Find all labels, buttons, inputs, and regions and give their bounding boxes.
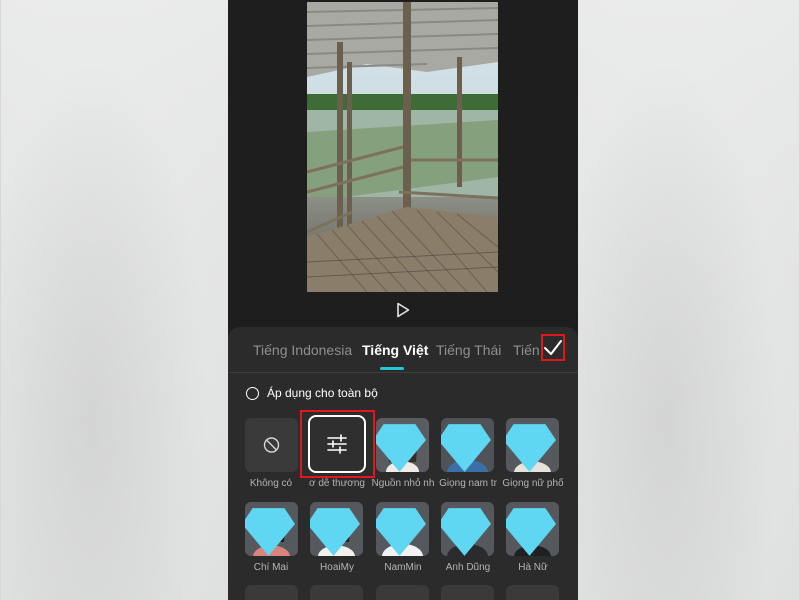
blurred-backdrop-right (578, 0, 799, 600)
voice-row3-item[interactable] (310, 585, 363, 600)
voice-row3-item[interactable] (441, 585, 494, 600)
voice-label: Chí Mai (253, 562, 289, 573)
voice-none[interactable] (245, 418, 298, 472)
phone-screen: Tiếng Indonesia Tiếng Việt Tiếng Thái Ti… (228, 0, 578, 600)
voice-label: Anh Dũng (445, 562, 491, 573)
voice-anh-dung[interactable] (441, 502, 494, 556)
voice-row3-item[interactable] (245, 585, 298, 600)
voice-label: Không có (249, 478, 293, 489)
voice-row3-item[interactable] (506, 585, 559, 600)
voice-ha-nu[interactable] (506, 502, 559, 556)
play-button[interactable] (394, 301, 412, 319)
voice-chi-mai[interactable] (245, 502, 298, 556)
premium-icon (376, 508, 426, 556)
voice-nguon-nho[interactable] (376, 418, 429, 472)
confirm-button[interactable] (541, 334, 565, 361)
premium-icon (376, 424, 426, 472)
premium-icon (441, 424, 491, 472)
voice-giong-nu[interactable] (506, 418, 559, 472)
premium-icon (441, 508, 491, 556)
premium-icon (245, 508, 295, 556)
voice-label: Hà Nữ (518, 562, 548, 573)
voice-label: Nguồn nhỏ nh (371, 478, 435, 489)
voice-effects-panel: Tiếng Indonesia Tiếng Việt Tiếng Thái Ti… (228, 327, 578, 600)
no-voice-icon (263, 437, 280, 453)
active-tab-indicator (380, 367, 404, 370)
tab-tieng-thai[interactable]: Tiếng Thái (436, 342, 501, 358)
checkmark-icon (544, 339, 562, 355)
tab-tieng-more[interactable]: Tiếng (513, 342, 540, 358)
apply-to-all-toggle[interactable]: Áp dụng cho toàn bộ (246, 385, 378, 401)
voice-nammin[interactable] (376, 502, 429, 556)
voice-label: Giọng nữ phổ (502, 478, 564, 489)
language-tabs-scroll[interactable]: Tiếng Indonesia Tiếng Việt Tiếng Thái Ti… (228, 327, 540, 371)
play-icon (397, 302, 410, 318)
tab-tieng-indonesia[interactable]: Tiếng Indonesia (253, 342, 352, 358)
premium-icon (310, 508, 360, 556)
tab-tieng-viet[interactable]: Tiếng Việt (362, 342, 428, 358)
voice-row3-item[interactable] (376, 585, 429, 600)
voice-label: Giọng nam tr (439, 478, 497, 489)
video-preview[interactable] (307, 2, 498, 292)
premium-icon (506, 424, 556, 472)
voice-label: HoaiMy (320, 562, 354, 573)
apply-to-all-radio[interactable] (246, 386, 259, 400)
voice-giong-nam[interactable] (441, 418, 494, 472)
apply-to-all-label: Áp dụng cho toàn bộ (267, 386, 378, 400)
video-frame-image (307, 2, 498, 292)
premium-icon (506, 508, 556, 556)
voice-label: ơ dễ thương (309, 478, 365, 489)
tabs-divider (228, 372, 578, 373)
language-tabs: Tiếng Indonesia Tiếng Việt Tiếng Thái Ti… (228, 327, 578, 371)
voice-hoaimy[interactable] (310, 502, 363, 556)
voice-label: NamMin (384, 562, 422, 573)
selection-highlight (300, 410, 375, 478)
blurred-backdrop-left (1, 0, 228, 600)
